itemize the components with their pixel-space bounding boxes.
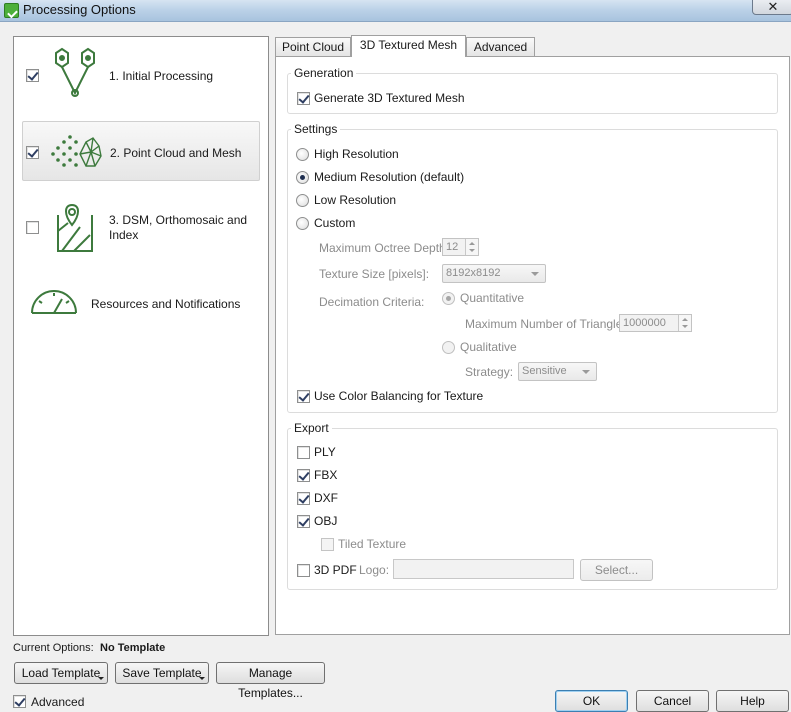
step-dsm-orthomosaic-label: 3. DSM, Orthomosaic and Index: [109, 213, 247, 243]
step-resources-notifications[interactable]: Resources and Notifications: [22, 273, 260, 333]
quantitative-radio[interactable]: [442, 292, 455, 305]
dsm-map-icon: [57, 203, 93, 252]
octree-depth-spin-arrows[interactable]: [465, 239, 478, 255]
obj-label: OBJ: [314, 514, 338, 528]
tab-advanced[interactable]: Advanced: [466, 37, 535, 57]
save-template-button[interactable]: Save Template: [115, 662, 209, 684]
cancel-button[interactable]: Cancel: [636, 690, 709, 712]
decimation-criteria-label: Decimation Criteria:: [319, 295, 425, 309]
custom-resolution-radio[interactable]: [296, 217, 309, 230]
advanced-label: Advanced: [31, 695, 85, 709]
load-template-button[interactable]: Load Template: [14, 662, 108, 684]
step-initial-processing[interactable]: 1. Initial Processing: [22, 45, 260, 105]
step-resources-label: Resources and Notifications: [91, 297, 241, 311]
help-button[interactable]: Help: [716, 690, 789, 712]
step-initial-processing-label: 1. Initial Processing: [109, 69, 214, 83]
octree-depth-spinbox[interactable]: 12: [442, 238, 479, 256]
strategy-dropdown[interactable]: Sensitive: [518, 362, 597, 381]
high-resolution-label: High Resolution: [314, 147, 399, 161]
logo-path-field[interactable]: [393, 559, 574, 579]
step-point-cloud-mesh-label: 2. Point Cloud and Mesh: [110, 146, 242, 160]
octree-depth-label: Maximum Octree Depth:: [319, 241, 450, 255]
step-point-cloud-mesh[interactable]: 2. Point Cloud and Mesh: [22, 121, 260, 181]
3d-pdf-label: 3D PDF: [314, 563, 357, 577]
step-dsm-label-line1: 3. DSM, Orthomosaic and: [109, 213, 248, 227]
strategy-label: Strategy:: [465, 365, 514, 379]
low-resolution-label: Low Resolution: [314, 193, 397, 207]
step-dsm-orthomosaic[interactable]: 3. DSM, Orthomosaic and Index: [22, 197, 260, 257]
qualitative-label: Qualitative: [460, 340, 517, 354]
current-options-value: No Template: [100, 642, 166, 654]
manage-templates-button[interactable]: Manage Templates...: [216, 662, 325, 700]
select-logo-button[interactable]: Select...: [580, 559, 653, 581]
max-triangles-spin-arrows[interactable]: [678, 315, 691, 331]
chevron-down-icon: [199, 677, 205, 680]
3d-pdf-checkbox[interactable]: [297, 564, 310, 577]
color-balancing-checkbox[interactable]: [297, 390, 310, 403]
export-title: Export: [291, 421, 332, 435]
texture-size-label: Texture Size [pixels]:: [319, 267, 430, 281]
fbx-checkbox[interactable]: [297, 469, 310, 482]
custom-resolution-label: Custom: [314, 216, 356, 230]
chevron-down-icon: [531, 272, 539, 276]
dxf-checkbox[interactable]: [297, 492, 310, 505]
medium-resolution-label: Medium Resolution (default): [314, 170, 465, 184]
window-title: Processing Options: [23, 2, 136, 17]
generation-title: Generation: [291, 66, 357, 80]
settings-title: Settings: [291, 122, 341, 136]
tiled-texture-label: Tiled Texture: [338, 537, 407, 551]
medium-resolution-radio[interactable]: [296, 171, 309, 184]
dxf-label: DXF: [314, 491, 338, 505]
color-balancing-label: Use Color Balancing for Texture: [314, 389, 484, 403]
high-resolution-radio[interactable]: [296, 148, 309, 161]
chevron-down-icon: [98, 677, 104, 680]
max-triangles-spinbox[interactable]: 1000000: [619, 314, 692, 332]
app-icon: [4, 3, 19, 18]
save-template-label: Save Template: [122, 666, 202, 680]
close-button[interactable]: ✕: [752, 0, 791, 15]
tab-3d-textured-mesh[interactable]: 3D Textured Mesh: [351, 35, 466, 57]
octree-depth-value: 12: [446, 241, 459, 253]
step-dsm-label-line2: Index: [109, 228, 139, 242]
ply-label: PLY: [314, 445, 336, 459]
step-dsm-orthomosaic-checkbox[interactable]: [26, 221, 39, 234]
current-options-label: Current Options:: [13, 642, 94, 654]
fbx-label: FBX: [314, 468, 338, 482]
tiled-texture-checkbox[interactable]: [321, 538, 334, 551]
ok-button[interactable]: OK: [555, 690, 628, 712]
low-resolution-radio[interactable]: [296, 194, 309, 207]
step-point-cloud-mesh-checkbox[interactable]: [26, 146, 39, 159]
point-cloud-mesh-icon: [51, 135, 102, 167]
step-list-panel: 1. Initial Processing 2. Point Cloud and…: [13, 36, 269, 636]
title-bar: Processing Options ✕: [0, 0, 791, 22]
load-template-label: Load Template: [21, 666, 101, 680]
generate-mesh-checkbox[interactable]: [297, 92, 310, 105]
step-initial-processing-checkbox[interactable]: [26, 69, 39, 82]
tab-point-cloud[interactable]: Point Cloud: [275, 37, 351, 57]
quantitative-label: Quantitative: [460, 291, 525, 305]
tab-pane-3d-textured-mesh: Generation Generate 3D Textured Mesh Set…: [275, 56, 790, 635]
max-triangles-label: Maximum Number of Triangles:: [465, 317, 632, 331]
advanced-checkbox[interactable]: [13, 695, 26, 708]
qualitative-radio[interactable]: [442, 341, 455, 354]
gauge-icon: [31, 290, 77, 314]
strategy-value: Sensitive: [522, 365, 567, 377]
chevron-down-icon: [582, 370, 590, 374]
generate-mesh-label: Generate 3D Textured Mesh: [314, 91, 465, 105]
texture-size-value: 8192x8192: [446, 267, 501, 279]
max-triangles-value: 1000000: [623, 317, 666, 329]
texture-size-dropdown[interactable]: 8192x8192: [442, 264, 546, 283]
logo-label: Logo:: [359, 563, 390, 577]
initial-processing-icon: [55, 47, 95, 97]
ply-checkbox[interactable]: [297, 446, 310, 459]
obj-checkbox[interactable]: [297, 515, 310, 528]
